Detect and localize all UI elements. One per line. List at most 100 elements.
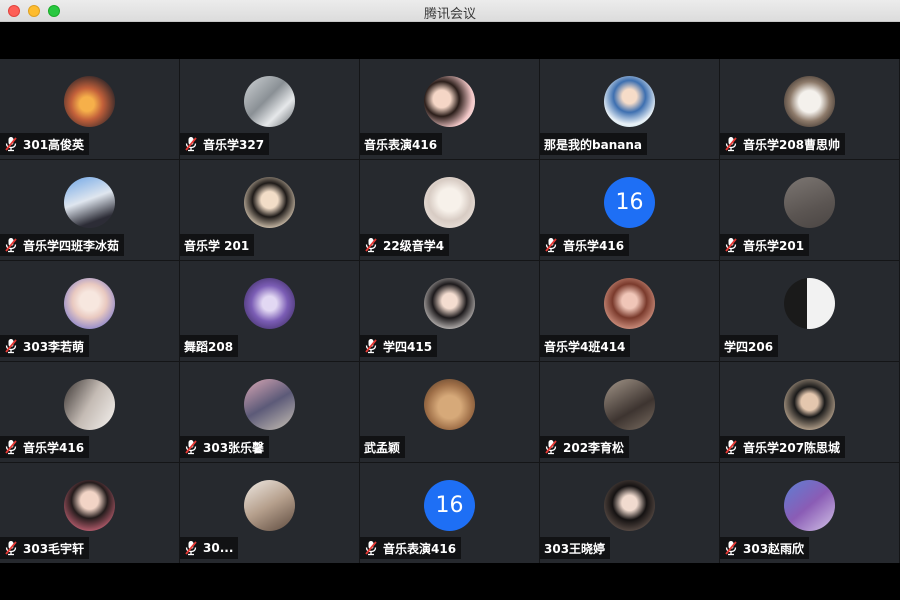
- participant-avatar: [64, 480, 115, 531]
- participant-nameplate: 303毛宇轩: [0, 537, 90, 559]
- muted-mic-icon: [545, 440, 557, 455]
- participant-tile[interactable]: 音乐学 201: [180, 160, 359, 260]
- participant-avatar: [244, 177, 295, 228]
- muted-mic-icon: [5, 541, 17, 556]
- participant-name: 303赵雨欣: [743, 541, 805, 556]
- participant-avatar: [244, 76, 295, 127]
- participant-nameplate: 音乐学416: [0, 436, 90, 458]
- participant-nameplate: 202李育松: [540, 436, 630, 458]
- participant-nameplate: 那是我的banana: [540, 133, 647, 155]
- participant-nameplate: 30...: [180, 537, 239, 559]
- participant-avatar: [784, 480, 835, 531]
- muted-mic-icon: [185, 541, 197, 556]
- participant-name: 音乐学208曹思帅: [743, 137, 841, 152]
- participant-avatar: [604, 278, 655, 329]
- participant-tile[interactable]: 学四206: [720, 261, 899, 361]
- participant-nameplate: 303张乐馨: [180, 436, 270, 458]
- participant-tile[interactable]: 22级音学4: [360, 160, 539, 260]
- participant-tile[interactable]: 303李若萌: [0, 261, 179, 361]
- participant-name: 303张乐馨: [203, 440, 265, 455]
- meeting-window: 腾讯会议 301高俊英 音乐学327 音乐表演416 那是我的banana 音乐学2…: [0, 0, 900, 600]
- muted-mic-icon: [5, 440, 17, 455]
- participant-name: 303毛宇轩: [23, 541, 85, 556]
- participant-name: 音乐学 201: [184, 238, 250, 253]
- participant-nameplate: 音乐学327: [180, 133, 270, 155]
- participant-nameplate: 音乐学 201: [180, 234, 255, 256]
- participant-tile[interactable]: 武孟颖: [360, 362, 539, 462]
- participant-avatar: [604, 480, 655, 531]
- title-bar: 腾讯会议: [0, 0, 900, 22]
- participant-nameplate: 音乐学207陈思城: [720, 436, 846, 458]
- participant-name: 音乐学4班414: [544, 339, 626, 354]
- participant-avatar: [604, 76, 655, 127]
- participant-avatar: [784, 278, 835, 329]
- participant-nameplate: 音乐学416: [540, 234, 630, 256]
- participant-tile[interactable]: 音乐表演416: [360, 59, 539, 159]
- participant-grid: 301高俊英 音乐学327 音乐表演416 那是我的banana 音乐学208曹思帅…: [0, 59, 900, 563]
- participant-tile[interactable]: 16 音乐表演416: [360, 463, 539, 563]
- participant-tile[interactable]: 那是我的banana: [540, 59, 719, 159]
- participant-avatar: [64, 76, 115, 127]
- muted-mic-icon: [5, 339, 17, 354]
- participant-name: 音乐表演416: [383, 541, 457, 556]
- participant-tile[interactable]: 202李育松: [540, 362, 719, 462]
- participant-nameplate: 武孟颖: [360, 436, 406, 458]
- participant-tile[interactable]: 30...: [180, 463, 359, 563]
- muted-mic-icon: [725, 541, 737, 556]
- participant-tile[interactable]: 音乐学201: [720, 160, 899, 260]
- participant-tile[interactable]: 303赵雨欣: [720, 463, 899, 563]
- participant-tile[interactable]: 学四415: [360, 261, 539, 361]
- participant-tile[interactable]: 音乐学327: [180, 59, 359, 159]
- muted-mic-icon: [5, 137, 17, 152]
- participant-nameplate: 303王晓婷: [540, 537, 611, 559]
- participant-nameplate: 音乐表演416: [360, 537, 462, 559]
- participant-tile[interactable]: 音乐学416: [0, 362, 179, 462]
- participant-name: 武孟颖: [364, 440, 401, 455]
- participant-tile[interactable]: 303毛宇轩: [0, 463, 179, 563]
- participant-name: 音乐学四班李冰茹: [23, 238, 120, 253]
- participant-name: 音乐学207陈思城: [743, 440, 841, 455]
- participant-tile[interactable]: 音乐学207陈思城: [720, 362, 899, 462]
- muted-mic-icon: [725, 440, 737, 455]
- participant-avatar: [604, 379, 655, 430]
- participant-name: 学四206: [724, 339, 774, 354]
- participant-name: 音乐表演416: [364, 137, 438, 152]
- participant-nameplate: 学四206: [720, 335, 779, 357]
- muted-mic-icon: [365, 339, 377, 354]
- muted-mic-icon: [185, 440, 197, 455]
- participant-tile[interactable]: 音乐学208曹思帅: [720, 59, 899, 159]
- participant-nameplate: 301高俊英: [0, 133, 90, 155]
- window-title: 腾讯会议: [423, 7, 476, 22]
- participant-avatar: [244, 379, 295, 430]
- participant-name: 舞蹈208: [184, 339, 234, 354]
- participant-nameplate: 学四415: [360, 335, 438, 357]
- participant-nameplate: 303李若萌: [0, 335, 90, 357]
- participant-avatar: [64, 278, 115, 329]
- participant-tile[interactable]: 音乐学4班414: [540, 261, 719, 361]
- participant-avatar: [784, 379, 835, 430]
- participant-avatar: [424, 379, 475, 430]
- participant-name: 22级音学4: [383, 238, 445, 253]
- participant-name: 202李育松: [563, 440, 625, 455]
- participant-tile[interactable]: 303张乐馨: [180, 362, 359, 462]
- participant-name: 音乐学201: [743, 238, 805, 253]
- muted-mic-icon: [365, 541, 377, 556]
- participant-tile[interactable]: 301高俊英: [0, 59, 179, 159]
- participant-nameplate: 音乐学四班李冰茹: [0, 234, 125, 256]
- participant-tile[interactable]: 舞蹈208: [180, 261, 359, 361]
- participant-avatar: [424, 177, 475, 228]
- participant-avatar: [64, 177, 115, 228]
- participant-tile[interactable]: 303王晓婷: [540, 463, 719, 563]
- participant-avatar: [784, 177, 835, 228]
- participant-avatar: [244, 278, 295, 329]
- participant-tile[interactable]: 音乐学四班李冰茹: [0, 160, 179, 260]
- participant-nameplate: 音乐表演416: [360, 133, 443, 155]
- muted-mic-icon: [5, 238, 17, 253]
- participant-name: 音乐学416: [563, 238, 625, 253]
- muted-mic-icon: [185, 137, 197, 152]
- participant-avatar: [784, 76, 835, 127]
- participant-count-avatar: 16: [604, 177, 655, 228]
- muted-mic-icon: [725, 137, 737, 152]
- participant-tile[interactable]: 16 音乐学416: [540, 160, 719, 260]
- participant-count-avatar: 16: [424, 480, 475, 531]
